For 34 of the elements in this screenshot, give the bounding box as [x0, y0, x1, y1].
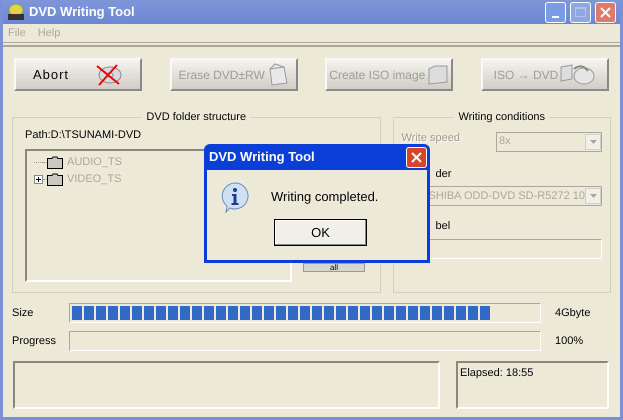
folder-icon: [47, 156, 63, 168]
dialog-title: DVD Writing Tool: [209, 148, 316, 166]
size-reading: 4Gbyte: [554, 306, 592, 321]
bag-icon: [266, 62, 289, 86]
ok-button[interactable]: OK: [274, 219, 367, 246]
menu-item[interactable]: Help: [38, 24, 60, 42]
folder-disc-icon: [560, 62, 596, 86]
close-icon: [600, 6, 611, 18]
dropdown-arrow-icon: [590, 194, 596, 198]
menu-item[interactable]: File: [8, 24, 26, 42]
window-title: DVD Writing Tool: [29, 3, 136, 22]
group-title: Writing conditions: [457, 110, 546, 125]
folder-icon: [47, 172, 63, 186]
field-label: Write speed: [402, 130, 460, 146]
info-icon: [219, 181, 251, 213]
all-button[interactable]: all: [303, 263, 365, 272]
elapsed-text: Elapsed: 18:55: [460, 367, 534, 379]
folder-icon: [427, 64, 450, 86]
app-icon: [7, 3, 25, 21]
close-icon: [411, 152, 422, 162]
field-label: bel: [436, 219, 452, 234]
size-label: Size: [12, 306, 34, 321]
path-label: Path:D:\TSUNAMI-DVD: [25, 128, 142, 142]
close-button[interactable]: [595, 2, 616, 22]
dialog-message: Writing completed.: [271, 188, 378, 206]
dropdown-arrow-icon: [590, 140, 596, 144]
dialog-close-button[interactable]: [406, 146, 427, 168]
group-title: DVD folder structure: [145, 110, 248, 125]
progress-reading: 100%: [554, 334, 584, 349]
toolbar-button[interactable]: Abort: [14, 58, 142, 91]
maximize-button[interactable]: [570, 2, 591, 22]
minimize-button[interactable]: [545, 2, 566, 22]
progress-label: Progress: [12, 334, 57, 349]
field-label: der: [436, 166, 452, 182]
